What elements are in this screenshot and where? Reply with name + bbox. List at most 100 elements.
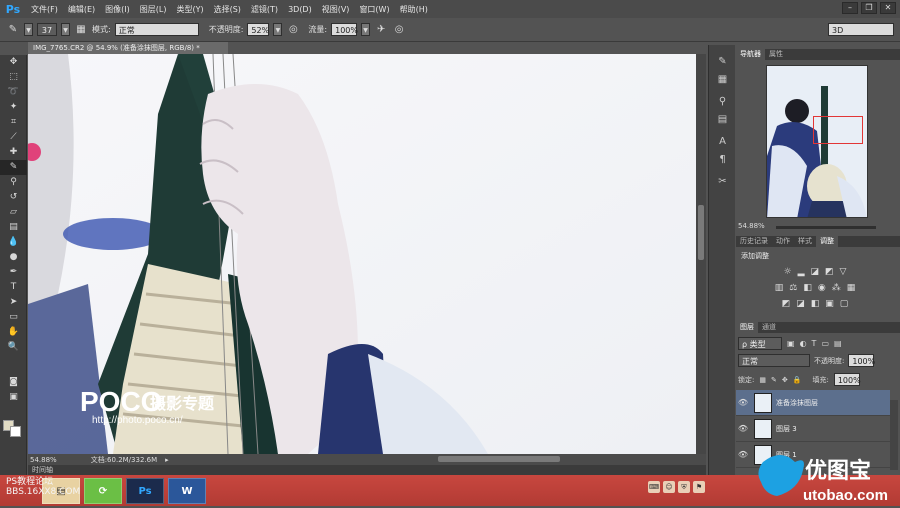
menu-3d[interactable]: 3D(D): [283, 5, 317, 14]
eraser-tool-icon[interactable]: ▱: [0, 205, 27, 220]
gradient-map-icon[interactable]: ▣: [825, 299, 834, 309]
black-white-icon[interactable]: ◧: [803, 283, 812, 293]
layer-opacity-input[interactable]: 100%: [848, 354, 875, 367]
layer-filter-select[interactable]: ρ 类型: [738, 337, 782, 350]
invert-icon[interactable]: ◩: [782, 299, 791, 309]
menu-filter[interactable]: 滤镜(T): [246, 4, 283, 15]
move-tool-icon[interactable]: ✥: [0, 55, 27, 70]
filter-shape-icon[interactable]: ▭: [821, 339, 829, 348]
user-icon[interactable]: ☺: [663, 481, 675, 493]
character-icon[interactable]: A: [709, 133, 736, 151]
eye-icon[interactable]: 👁: [736, 450, 750, 459]
color-lookup-icon[interactable]: ▦: [847, 283, 856, 293]
horizontal-scroll-thumb[interactable]: [438, 456, 560, 462]
document-tab[interactable]: IMG_7765.CR2 @ 54.9% (准备涂抹图层, RGB/8) *: [28, 42, 228, 54]
chevron-down-icon[interactable]: ▼: [24, 23, 33, 36]
tab-properties[interactable]: 属性: [765, 49, 787, 60]
levels-icon[interactable]: ▂: [798, 267, 805, 277]
menu-view[interactable]: 视图(V): [317, 4, 355, 15]
healing-tool-icon[interactable]: ✚: [0, 145, 27, 160]
keyboard-icon[interactable]: ⌨: [648, 481, 660, 493]
lock-position-icon[interactable]: ✥: [782, 376, 788, 384]
posterize-icon[interactable]: ◪: [796, 299, 805, 309]
selective-color-icon[interactable]: ▢: [840, 299, 849, 309]
menu-file[interactable]: 文件(F): [26, 4, 63, 15]
quick-mask-icon[interactable]: ◙: [0, 375, 27, 390]
zoom-level[interactable]: 54.88%: [30, 456, 57, 464]
navigator-zoom[interactable]: 54.88%: [738, 222, 765, 230]
chevron-down-icon[interactable]: ▼: [61, 23, 70, 36]
gradient-tool-icon[interactable]: ▤: [0, 220, 27, 235]
menu-help[interactable]: 帮助(H): [395, 4, 433, 15]
restore-button[interactable]: ❐: [861, 2, 877, 14]
tab-layers[interactable]: 图层: [736, 322, 758, 333]
tab-actions[interactable]: 动作: [772, 236, 794, 247]
pen-tool-icon[interactable]: ✒: [0, 265, 27, 280]
exposure-icon[interactable]: ◩: [825, 267, 834, 277]
brush-panel-icon[interactable]: ▦: [74, 23, 88, 37]
hand-tool-icon[interactable]: ✋: [0, 325, 27, 340]
shape-tool-icon[interactable]: ▭: [0, 310, 27, 325]
timeline-panel-tab[interactable]: 时间轴: [28, 465, 706, 475]
navigator-view-rectangle[interactable]: [813, 116, 863, 144]
brush-presets-icon[interactable]: ✎: [709, 53, 736, 71]
pressure-opacity-icon[interactable]: ◎: [286, 23, 300, 37]
vertical-scroll-thumb[interactable]: [698, 205, 704, 260]
layer-fill-input[interactable]: 100%: [833, 373, 861, 386]
history-brush-icon[interactable]: ↺: [0, 190, 27, 205]
zoom-tool-icon[interactable]: 🔍: [0, 340, 27, 355]
curves-icon[interactable]: ◪: [811, 267, 820, 277]
quick-select-tool-icon[interactable]: ✦: [0, 100, 27, 115]
swap-colors-icon[interactable]: [0, 355, 27, 375]
chevron-down-icon[interactable]: ▼: [361, 23, 371, 36]
tab-history[interactable]: 历史记录: [736, 236, 772, 247]
eye-icon[interactable]: 👁: [736, 398, 750, 407]
menu-edit[interactable]: 编辑(E): [63, 4, 100, 15]
ie-taskbar-icon[interactable]: ⟳: [84, 477, 122, 504]
document-canvas[interactable]: POCO 摄影专题 http://photo.poco.cn/: [28, 54, 696, 454]
dodge-tool-icon[interactable]: ●: [0, 250, 27, 265]
color-balance-icon[interactable]: ⚖: [789, 283, 797, 293]
layer-row[interactable]: 👁 准备涂抹图层: [736, 390, 890, 416]
eyedropper-tool-icon[interactable]: ⟋: [0, 130, 27, 145]
brush-tool-icon[interactable]: ✎: [6, 23, 20, 37]
flow-input[interactable]: 100%: [331, 23, 358, 36]
eye-icon[interactable]: 👁: [736, 424, 750, 433]
tab-channels[interactable]: 通道: [758, 322, 780, 333]
menu-type[interactable]: 类型(Y): [171, 4, 208, 15]
info-icon[interactable]: ▤: [709, 111, 736, 129]
status-menu-icon[interactable]: ▸: [165, 456, 169, 464]
workspace-select[interactable]: 3D: [828, 23, 894, 36]
threshold-icon[interactable]: ◧: [811, 299, 820, 309]
clone-source-icon[interactable]: ⚲: [709, 93, 736, 111]
pressure-size-icon[interactable]: ◎: [392, 23, 406, 37]
filter-adjust-icon[interactable]: ◐: [800, 339, 807, 348]
vibrance-icon[interactable]: ▽: [840, 267, 847, 277]
lock-transparent-icon[interactable]: ▦: [759, 376, 766, 384]
airbrush-icon[interactable]: ✈: [374, 23, 388, 37]
type-tool-icon[interactable]: T: [0, 280, 27, 295]
photo-filter-icon[interactable]: ◉: [818, 283, 826, 293]
path-select-icon[interactable]: ➤: [0, 295, 27, 310]
menu-select[interactable]: 选择(S): [209, 4, 246, 15]
word-taskbar-button[interactable]: W: [168, 477, 206, 504]
filter-pixel-icon[interactable]: ▣: [787, 339, 795, 348]
flag-icon[interactable]: ⚑: [693, 481, 705, 493]
brush-tool-icon[interactable]: ✎: [0, 160, 27, 175]
layer-blend-select[interactable]: 正常: [738, 354, 810, 367]
lasso-tool-icon[interactable]: ➰: [0, 85, 27, 100]
lock-all-icon[interactable]: 🔒: [793, 376, 802, 384]
background-color-swatch[interactable]: [10, 426, 21, 437]
screen-mode-icon[interactable]: ▣: [0, 390, 27, 405]
menu-image[interactable]: 图像(I): [100, 4, 135, 15]
brush-size-picker[interactable]: 37: [37, 23, 57, 36]
tab-navigator[interactable]: 导航器: [736, 49, 765, 60]
stamp-tool-icon[interactable]: ⚲: [0, 175, 27, 190]
menu-window[interactable]: 窗口(W): [354, 4, 394, 15]
layer-row[interactable]: 👁 图层 3: [736, 416, 890, 442]
mode-select[interactable]: 正常: [114, 23, 199, 36]
brightness-icon[interactable]: ☼: [784, 267, 792, 277]
menu-layer[interactable]: 图层(L): [135, 4, 172, 15]
filter-type-icon[interactable]: T: [812, 339, 817, 348]
crop-tool-icon[interactable]: ⌗: [0, 115, 27, 130]
